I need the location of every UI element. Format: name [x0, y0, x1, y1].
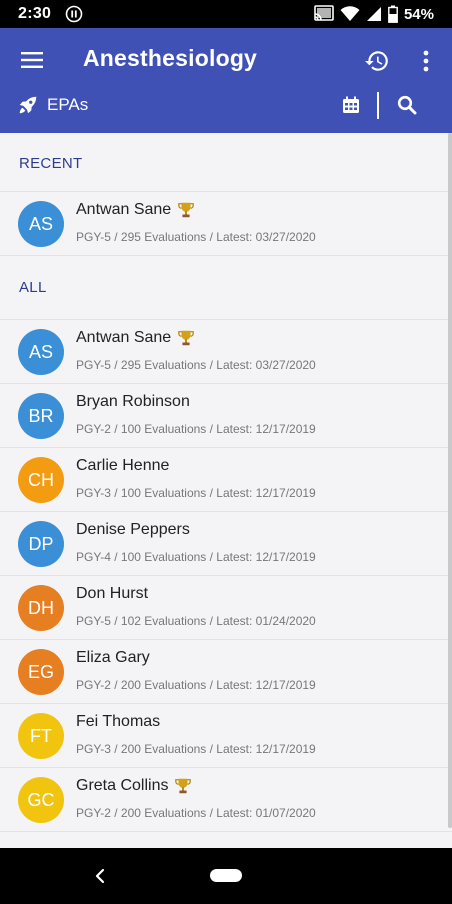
- list-item[interactable]: FT Fei Thomas PGY-3 / 200 Evaluations / La…: [0, 704, 452, 768]
- history-icon[interactable]: [364, 48, 390, 74]
- more-vert-icon[interactable]: [418, 48, 434, 74]
- resident-name: Antwan Sane: [76, 201, 172, 218]
- cast-icon: [314, 5, 334, 21]
- avatar: CH: [18, 457, 64, 503]
- resident-name-row: Fei Thomas: [76, 713, 160, 731]
- list-item[interactable]: AS Antwan Sane PGY-5 / 295 Evaluations / L…: [0, 192, 452, 256]
- back-icon[interactable]: [92, 866, 110, 886]
- list-item[interactable]: EG Eliza Gary PGY-2 / 200 Evaluations / La…: [0, 640, 452, 704]
- avatar: EG: [18, 649, 64, 695]
- avatar: AS: [18, 329, 64, 375]
- all-list: AS Antwan Sane PGY-5 / 295 Evaluations / L…: [0, 320, 452, 832]
- status-time: 2:30: [18, 5, 52, 22]
- battery-percent: 54%: [403, 5, 434, 23]
- resident-name-row: Carlie Henne: [76, 457, 169, 475]
- resident-name-row: Denise Peppers: [76, 521, 190, 539]
- resident-name: Bryan Robinson: [76, 393, 190, 410]
- trophy-icon: [178, 330, 195, 346]
- list-item[interactable]: DH Don Hurst PGY-5 / 102 Evaluations / Lat…: [0, 576, 452, 640]
- resident-details: PGY-2 / 100 Evaluations / Latest: 12/17/…: [76, 422, 316, 436]
- resident-name-row: Don Hurst: [76, 585, 148, 603]
- avatar: DH: [18, 585, 64, 631]
- resident-name-row: Bryan Robinson: [76, 393, 190, 411]
- toolbar-divider: [377, 92, 379, 119]
- scrollbar[interactable]: [448, 133, 452, 828]
- section-header-recent: RECENT: [0, 133, 452, 192]
- resident-name: Denise Peppers: [76, 521, 190, 538]
- battery-icon: [388, 5, 398, 23]
- rocket-icon: [19, 96, 37, 114]
- resident-details: PGY-5 / 295 Evaluations / Latest: 03/27/…: [76, 358, 316, 372]
- resident-name: Carlie Henne: [76, 457, 170, 474]
- epas-label[interactable]: EPAs: [47, 95, 88, 115]
- avatar: AS: [18, 201, 64, 247]
- system-nav-bar: [0, 848, 452, 904]
- app-bar: Anesthesiology EPAs: [0, 28, 452, 133]
- resident-details: PGY-5 / 295 Evaluations / Latest: 03/27/…: [76, 230, 316, 244]
- trophy-icon: [178, 202, 195, 218]
- resident-name-row: Greta Collins: [76, 777, 192, 795]
- trophy-icon: [175, 778, 192, 794]
- resident-name-row: Antwan Sane: [76, 329, 195, 347]
- avatar: BR: [18, 393, 64, 439]
- resident-name: Eliza Gary: [76, 649, 150, 666]
- resident-name: Don Hurst: [76, 585, 149, 602]
- resident-name: Antwan Sane: [76, 329, 172, 346]
- wifi-icon: [340, 6, 360, 21]
- resident-details: PGY-2 / 200 Evaluations / Latest: 12/17/…: [76, 678, 316, 692]
- list-item[interactable]: BR Bryan Robinson PGY-2 / 100 Evaluations …: [0, 384, 452, 448]
- resident-details: PGY-4 / 100 Evaluations / Latest: 12/17/…: [76, 550, 316, 564]
- search-icon[interactable]: [397, 95, 417, 115]
- subheader-bar: EPAs: [0, 90, 452, 130]
- avatar: DP: [18, 521, 64, 567]
- resident-details: PGY-2 / 200 Evaluations / Latest: 01/07/…: [76, 806, 316, 820]
- page-title: Anesthesiology: [83, 45, 258, 71]
- resident-details: PGY-5 / 102 Evaluations / Latest: 01/24/…: [76, 614, 316, 628]
- signal-icon: [366, 7, 381, 21]
- avatar: GC: [18, 777, 64, 823]
- pause-icon: [65, 5, 83, 23]
- resident-details: PGY-3 / 100 Evaluations / Latest: 12/17/…: [76, 486, 316, 500]
- list-item[interactable]: GC Greta Collins PGY-2 / 200 Evaluations /…: [0, 768, 452, 832]
- resident-details: PGY-3 / 200 Evaluations / Latest: 12/17/…: [76, 742, 316, 756]
- menu-icon[interactable]: [20, 48, 44, 72]
- resident-name-row: Eliza Gary: [76, 649, 150, 667]
- resident-list[interactable]: RECENT AS Antwan Sane PGY-5 / 295 Evaluati…: [0, 133, 452, 848]
- home-icon[interactable]: [210, 869, 242, 882]
- calendar-icon[interactable]: [342, 96, 360, 114]
- status-bar: 2:30 54%: [0, 0, 452, 28]
- avatar: FT: [18, 713, 64, 759]
- resident-name: Greta Collins: [76, 777, 169, 794]
- recent-list: AS Antwan Sane PGY-5 / 295 Evaluations / L…: [0, 192, 452, 256]
- list-item[interactable]: CH Carlie Henne PGY-3 / 100 Evaluations / …: [0, 448, 452, 512]
- list-item[interactable]: DP Denise Peppers PGY-4 / 100 Evaluations …: [0, 512, 452, 576]
- list-item[interactable]: AS Antwan Sane PGY-5 / 295 Evaluations / L…: [0, 320, 452, 384]
- toolbar: Anesthesiology: [0, 28, 452, 92]
- resident-name: Fei Thomas: [76, 713, 161, 730]
- resident-name-row: Antwan Sane: [76, 201, 195, 219]
- section-header-all: ALL: [0, 256, 452, 320]
